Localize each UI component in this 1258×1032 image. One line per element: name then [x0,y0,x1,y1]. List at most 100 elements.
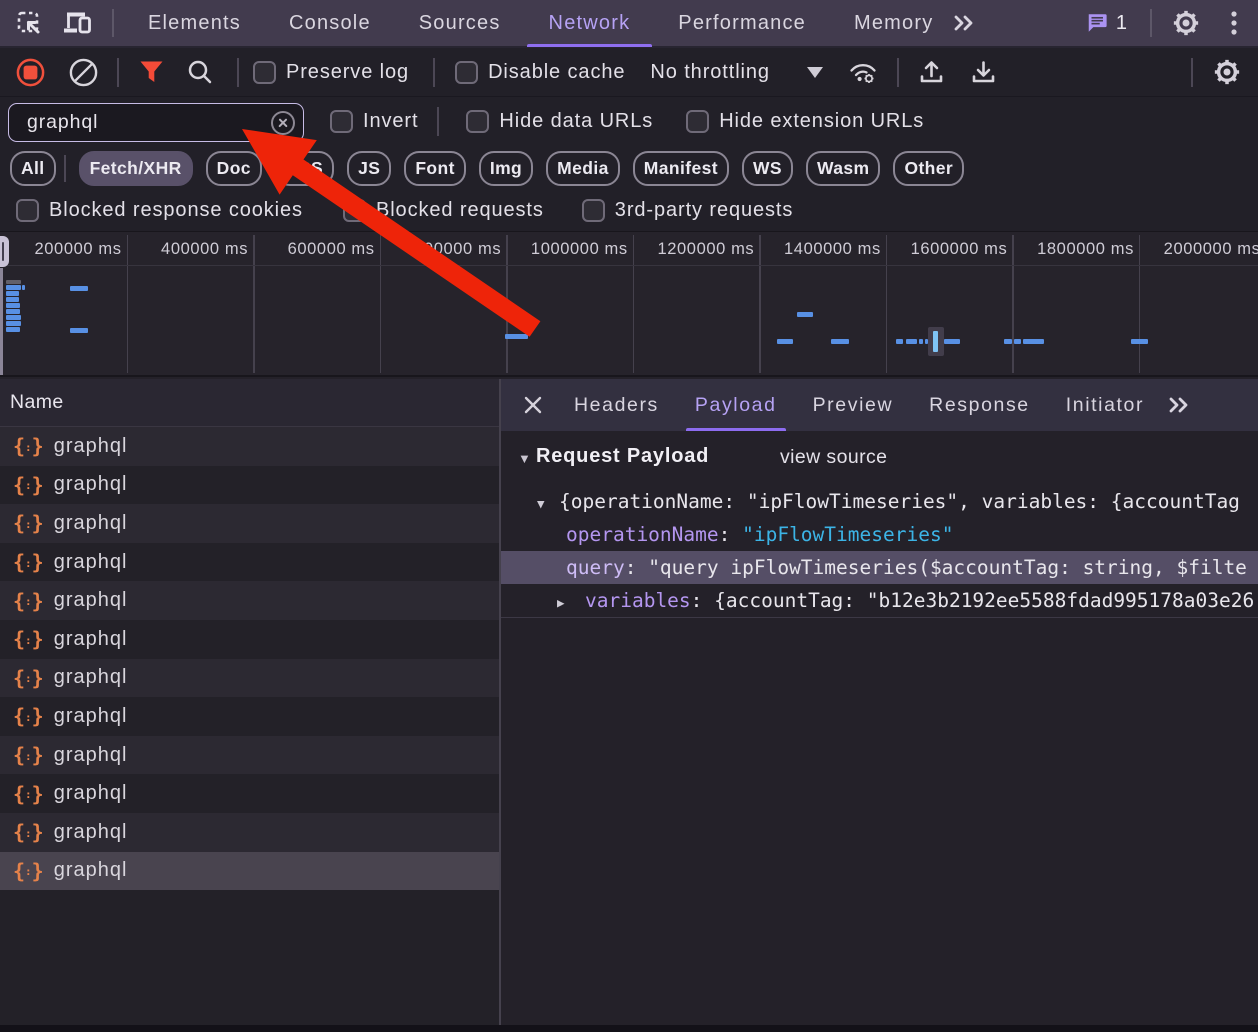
overview-tick-label: 1600000 ms [911,240,1008,259]
preserve-log-checkbox[interactable] [253,61,276,84]
request-row[interactable]: {:}graphql [0,659,499,698]
overview-gridline [127,235,129,373]
payload-tree: ▼{operationName: "ipFlowTimeseries", var… [501,485,1258,617]
triangle-down-icon: ▼ [518,451,531,466]
hide-extension-urls-checkbox[interactable] [686,110,709,133]
triangle-right-icon[interactable]: ▶ [557,586,585,617]
filter-chip-wasm[interactable]: Wasm [806,151,881,186]
overview-gridline [759,235,761,373]
overview-request-bar [6,280,21,284]
disable-cache-checkbox[interactable] [455,61,478,84]
import-har-icon[interactable] [918,59,945,86]
request-row[interactable]: {:}graphql [0,581,499,620]
hide-extension-urls-label: Hide extension URLs [719,110,924,133]
request-row[interactable]: {:}graphql [0,543,499,582]
overview-request-bar [1023,339,1044,344]
overview-tick-label: 200000 ms [35,240,122,259]
request-row[interactable]: {:}graphql [0,697,499,736]
3rd-party-requests-checkbox[interactable] [582,199,605,222]
overview-request-bar [70,286,88,291]
filter-input-value: graphql [27,111,271,134]
filter-chip-css[interactable]: CSS [275,151,334,186]
tab-console[interactable]: Console [265,0,395,46]
filter-chip-ws[interactable]: WS [742,151,793,186]
json-braces-icon: {:} [13,706,45,726]
request-row[interactable]: {:}graphql [0,852,499,891]
request-row[interactable]: {:}graphql [0,504,499,543]
export-har-icon[interactable] [970,59,997,86]
tab-network[interactable]: Network [525,0,655,46]
payload-panel: ▼ Request Payload view source ▼{operatio… [501,431,1258,1025]
clear-filter-icon[interactable] [271,111,295,135]
overview-request-bar [6,315,21,320]
kebab-menu-icon[interactable] [1230,10,1238,36]
payload-tree-row[interactable]: ▶variables: {accountTag: "b12e3b2192ee55… [501,584,1258,617]
main-panel-tabs: ElementsConsoleSourcesNetworkPerformance… [124,0,957,46]
name-column-header[interactable]: Name [0,379,499,427]
filter-chip-font[interactable]: Font [404,151,466,186]
filter-chip-all[interactable]: All [10,151,56,186]
json-braces-icon: {:} [13,591,45,611]
request-detail-pane: HeadersPayloadPreviewResponseInitiator ▼… [501,379,1258,1025]
filter-funnel-icon[interactable] [139,60,164,84]
view-source-link[interactable]: view source [780,446,887,469]
network-settings-gear-icon[interactable] [1213,58,1241,86]
invert-label: Invert [363,110,418,133]
search-icon[interactable] [186,59,213,86]
blocked-requests-checkbox[interactable] [343,199,366,222]
throttling-select[interactable]: No throttling [650,61,770,84]
overview-request-bar [6,309,20,314]
filter-chip-doc[interactable]: Doc [206,151,262,186]
detail-tab-payload[interactable]: Payload [677,379,795,431]
triangle-down-icon[interactable]: ▼ [537,487,559,518]
payload-tree-row[interactable]: ▼{operationName: "ipFlowTimeseries", var… [501,485,1258,518]
request-payload-section[interactable]: ▼ Request Payload view source [501,442,1258,478]
invert-checkbox[interactable] [330,110,353,133]
request-name: graphql [54,473,128,496]
filter-chip-media[interactable]: Media [546,151,620,186]
inspect-element-icon[interactable] [16,10,43,37]
request-row[interactable]: {:}graphql [0,620,499,659]
request-row[interactable]: {:}graphql [0,774,499,813]
request-row[interactable]: {:}graphql [0,813,499,852]
filter-chip-fetch-xhr[interactable]: Fetch/XHR [79,151,193,186]
request-name: graphql [54,666,128,689]
close-icon[interactable] [510,379,556,431]
chat-icon[interactable] [1086,12,1108,34]
clear-network-log-icon[interactable] [69,58,98,87]
network-overview-timeline[interactable]: 200000 ms400000 ms600000 ms800000 ms1000… [0,232,1258,377]
filter-chip-manifest[interactable]: Manifest [633,151,729,186]
detail-tab-headers[interactable]: Headers [556,379,677,431]
filter-chip-img[interactable]: Img [479,151,533,186]
payload-tree-row[interactable]: query: "query ipFlowTimeseries($accountT… [501,551,1258,584]
more-detail-tabs-icon[interactable] [1166,395,1192,415]
device-toolbar-icon[interactable] [63,11,92,36]
payload-tree-row[interactable]: operationName: "ipFlowTimeseries" [501,518,1258,551]
tab-elements[interactable]: Elements [124,0,265,46]
devtools-main-tabbar: ElementsConsoleSourcesNetworkPerformance… [0,0,1258,48]
overview-request-bar [1131,339,1148,344]
filter-chip-other[interactable]: Other [893,151,964,186]
network-conditions-icon[interactable] [848,59,879,86]
request-row[interactable]: {:}graphql [0,736,499,775]
request-row[interactable]: {:}graphql [0,466,499,505]
record-network-log-icon[interactable] [16,58,45,87]
settings-gear-icon[interactable] [1172,9,1200,37]
request-row[interactable]: {:}graphql [0,427,499,466]
request-payload-title: Request Payload [536,445,709,468]
toolbar-divider [897,58,899,87]
requests-pane: Name {:}graphql{:}graphql{:}graphql{:}gr… [0,379,501,1025]
request-name: graphql [54,744,128,767]
tab-sources[interactable]: Sources [395,0,525,46]
tab-performance[interactable]: Performance [654,0,830,46]
detail-tab-preview[interactable]: Preview [795,379,912,431]
detail-tab-initiator[interactable]: Initiator [1048,379,1162,431]
filter-input[interactable]: graphql [8,103,304,142]
filter-chip-js[interactable]: JS [347,151,391,186]
detail-tab-response[interactable]: Response [911,379,1048,431]
hide-data-urls-checkbox[interactable] [466,110,489,133]
blocked-response-cookies-checkbox[interactable] [16,199,39,222]
tab-memory[interactable]: Memory [830,0,957,46]
overview-left-grip[interactable] [0,236,9,267]
overview-request-bar [831,339,849,344]
